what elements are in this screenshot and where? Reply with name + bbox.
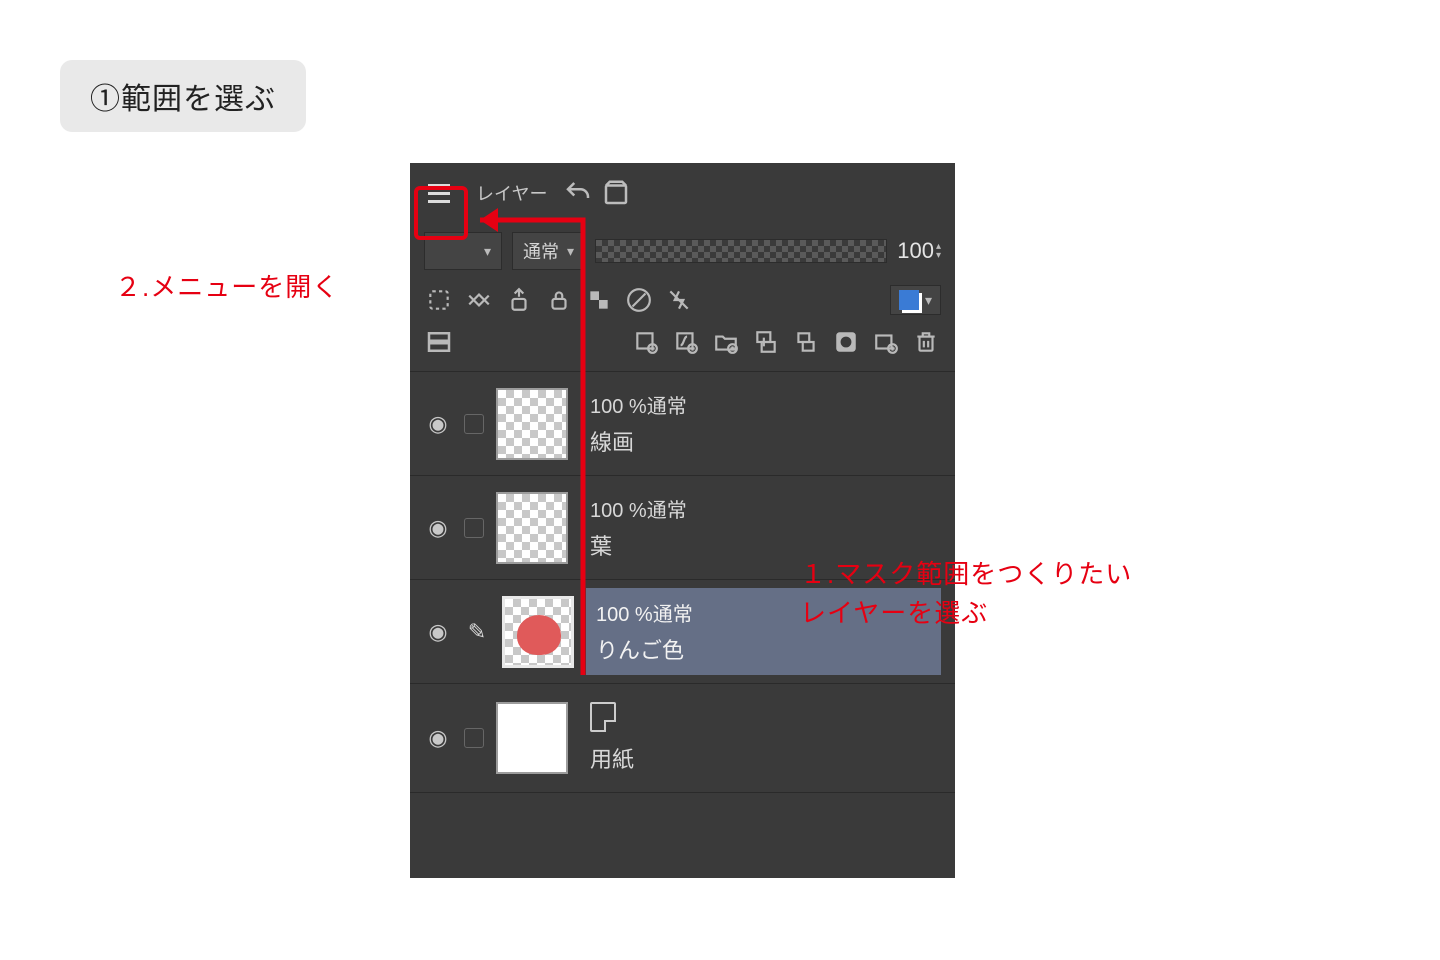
callout-open-menu: ２.メニューを開く <box>115 268 339 307</box>
callout-choose-layer: １.マスク範囲をつくりたい レイヤーを選ぶ <box>800 555 1132 633</box>
annotation-arrow <box>0 0 1440 960</box>
callout-text: ２.メニューを開く <box>115 272 339 302</box>
callout-line1: １.マスク範囲をつくりたい <box>800 555 1132 594</box>
callout-line2: レイヤーを選ぶ <box>800 594 1132 633</box>
